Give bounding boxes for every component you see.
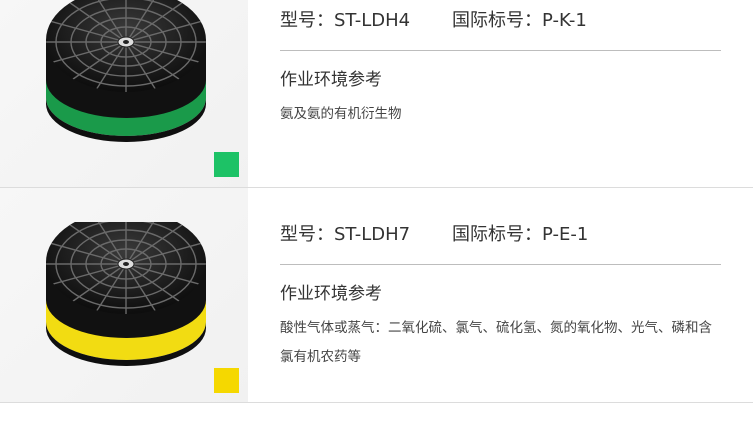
intl-code: 国际标号：P-K-1 <box>452 10 587 31</box>
product-image-cell <box>0 188 248 402</box>
env-title: 作业环境参考 <box>280 284 382 304</box>
filter-cartridge-image <box>46 222 206 366</box>
product-image-cell <box>0 0 248 187</box>
model-line: 型号：ST-LDH4 国际标号：P-K-1 <box>280 10 587 32</box>
model-number: 型号：ST-LDH7 <box>280 224 411 245</box>
env-title: 作业环境参考 <box>280 70 382 90</box>
model-line: 型号：ST-LDH7 国际标号：P-E-1 <box>280 224 588 246</box>
filter-color-swatch <box>214 368 239 393</box>
product-row: 型号：ST-LDH7 国际标号：P-E-1 作业环境参考 酸性气体或蒸气：二氧化… <box>0 188 753 403</box>
filter-color-swatch <box>214 152 239 177</box>
model-number: 型号：ST-LDH4 <box>280 10 411 31</box>
divider <box>280 264 721 265</box>
env-description: 氨及氨的有机衍生物 <box>280 106 402 122</box>
product-row: 型号：ST-LDH4 国际标号：P-K-1 作业环境参考 氨及氨的有机衍生物 <box>0 0 753 188</box>
intl-code: 国际标号：P-E-1 <box>452 224 589 245</box>
divider <box>280 50 721 51</box>
filter-cartridge-image <box>46 0 206 142</box>
env-description: 酸性气体或蒸气：二氧化硫、氯气、硫化氢、氮的氧化物、光气、磷和含氯有机农药等 <box>280 320 712 365</box>
